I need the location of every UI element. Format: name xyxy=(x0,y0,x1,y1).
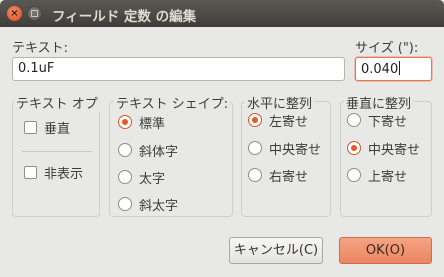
radio-icon[interactable] xyxy=(118,170,132,184)
close-window-icon[interactable]: × xyxy=(7,6,22,21)
shape-option-italic[interactable]: 斜体字 xyxy=(118,141,179,160)
invisible-checkbox-label: 非表示 xyxy=(44,166,84,182)
h-justify-center[interactable]: 中央寄せ xyxy=(248,139,322,158)
h-justify-label: 右寄せ xyxy=(269,169,309,185)
shape-option-bold-italic[interactable]: 斜太字 xyxy=(118,195,179,214)
radio-icon[interactable] xyxy=(347,113,361,127)
radio-icon[interactable] xyxy=(248,141,262,155)
title-bar: × フィールド 定数 の編集 xyxy=(0,0,444,27)
radio-selected-icon[interactable] xyxy=(118,115,132,129)
shape-option-label: 斜体字 xyxy=(139,144,179,160)
text-input[interactable]: 0.1uF xyxy=(12,57,345,81)
shape-option-normal[interactable]: 標準 xyxy=(118,113,166,132)
minimize-window-icon[interactable] xyxy=(27,6,42,21)
h-justify-label: 中央寄せ xyxy=(269,142,322,158)
options-separator xyxy=(22,151,92,152)
vertical-checkbox[interactable]: 垂直 xyxy=(24,118,71,137)
v-justify-label: 下寄せ xyxy=(368,114,408,130)
v-justify-center[interactable]: 中央寄せ xyxy=(347,139,421,158)
text-options-title: テキスト オプ xyxy=(14,93,100,112)
vertical-checkbox-box[interactable] xyxy=(24,120,37,134)
h-justify-right[interactable]: 右寄せ xyxy=(248,166,309,185)
shape-option-label: 太字 xyxy=(139,171,166,187)
size-input-value: 0.040 xyxy=(361,62,399,77)
v-justify-top[interactable]: 上寄せ xyxy=(347,166,408,185)
v-justify-bottom[interactable]: 下寄せ xyxy=(347,111,408,130)
invisible-checkbox-box[interactable] xyxy=(24,165,37,179)
radio-selected-icon[interactable] xyxy=(248,113,262,127)
h-justify-title: 水平に整列 xyxy=(245,93,315,112)
window-title: フィールド 定数 の編集 xyxy=(52,9,197,25)
radio-icon[interactable] xyxy=(248,168,262,182)
text-label: テキスト: xyxy=(12,41,68,56)
text-shape-title: テキスト シェイプ: xyxy=(114,93,231,112)
text-caret xyxy=(399,61,401,75)
v-justify-label: 中央寄せ xyxy=(368,142,421,158)
v-justify-label: 上寄せ xyxy=(368,169,408,185)
invisible-checkbox[interactable]: 非表示 xyxy=(24,163,84,182)
shape-option-bold[interactable]: 太字 xyxy=(118,168,166,187)
v-justify-title: 垂直に整列 xyxy=(344,93,414,112)
shape-option-label: 斜太字 xyxy=(139,198,179,214)
text-input-value: 0.1uF xyxy=(18,61,55,76)
shape-option-label: 標準 xyxy=(139,116,166,132)
radio-icon[interactable] xyxy=(347,168,361,182)
radio-selected-icon[interactable] xyxy=(347,141,361,155)
radio-icon[interactable] xyxy=(118,197,132,211)
ok-button[interactable]: OK(O) xyxy=(339,237,432,264)
size-input[interactable]: 0.040 xyxy=(355,57,432,81)
vertical-checkbox-label: 垂直 xyxy=(44,121,71,137)
size-label: サイズ ("): xyxy=(355,41,419,56)
h-justify-left[interactable]: 左寄せ xyxy=(248,111,309,130)
radio-icon[interactable] xyxy=(118,143,132,157)
h-justify-label: 左寄せ xyxy=(269,114,309,130)
cancel-button[interactable]: キャンセル(C) xyxy=(229,237,323,264)
